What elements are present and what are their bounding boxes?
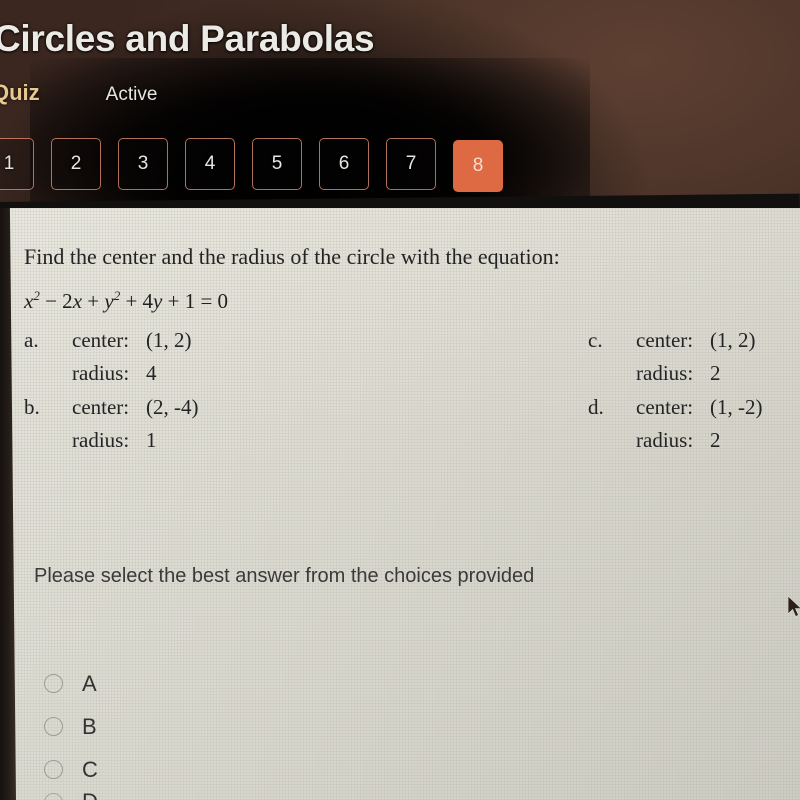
question-tab-8[interactable]: 8 [453,140,503,192]
answer-option-center-line: d. center: (1, -2) [588,395,762,420]
quiz-status-label: Active [105,84,158,105]
answer-choice-radio-group[interactable]: ABCD [44,662,98,800]
answer-choice-label: D [82,791,98,800]
radius-value: 1 [146,428,157,452]
center-label: center: [72,395,130,419]
question-tab-1[interactable]: 1 [0,138,34,190]
radio-button-icon[interactable] [44,792,63,800]
question-prompt-text: Find the center and the radius of the ci… [24,244,560,269]
radio-button-icon[interactable] [44,760,63,779]
quiz-screenshot: Circles and Parabolas Quiz Active 123456… [0,0,800,800]
radio-button-icon[interactable] [44,674,63,693]
answer-option-c: c. center: (1, 2) radius: 2 [588,328,762,386]
center-label: center: [636,395,694,419]
center-value: (1, -2) [710,395,763,419]
answer-choice-label: B [82,713,97,739]
answer-option-center-text: center: (1, 2) [72,328,192,353]
answer-option-radius-text: radius: 4 [72,361,198,386]
radio-button-icon[interactable] [44,717,63,736]
quiz-meta-row: Quiz Active [0,80,157,106]
answer-option-letter: c. [588,328,603,352]
radius-label: radius: [72,361,130,385]
answer-option-center-text: center: (2, -4) [72,395,198,420]
center-label: center: [72,328,130,352]
question-tab-5[interactable]: 5 [252,138,302,190]
answer-option-radius-text: radius: 2 [636,428,762,453]
radius-label: radius: [72,428,130,452]
answer-choice-a[interactable]: A [44,662,98,705]
answer-option-letter: b. [24,395,40,419]
answer-option-center-text: center: (1, -2) [636,395,762,420]
radius-value: 4 [146,361,157,385]
answer-choice-b[interactable]: B [44,705,98,748]
question-tab-2[interactable]: 2 [51,138,101,190]
radius-value: 2 [710,361,721,385]
answer-option-radius-text: radius: 2 [636,361,762,386]
center-value: (1, 2) [146,328,192,352]
answer-choice-d[interactable]: D [44,791,98,800]
question-number-nav[interactable]: 12345678 [0,138,503,192]
center-value: (2, -4) [146,395,199,419]
answer-option-b: b. center: (2, -4) radius: 1 [24,395,198,453]
question-tab-4[interactable]: 4 [185,138,235,190]
question-tab-3[interactable]: 3 [118,138,168,190]
question-equation: x2 − 2x + y2 + 4y + 1 = 0 [24,288,229,313]
question-tab-7[interactable]: 7 [386,138,436,190]
answer-choice-c[interactable]: C [44,748,98,791]
select-answer-instruction: Please select the best answer from the c… [34,565,535,587]
answer-choice-label: A [82,670,97,696]
answer-option-letter: a. [24,328,39,352]
answer-option-center-line: b. center: (2, -4) [24,395,198,420]
answer-option-a: a. center: (1, 2) radius: 4 [24,328,198,386]
center-label: center: [636,328,694,352]
answer-option-radius-text: radius: 1 [72,428,198,453]
answer-choice-label: C [82,756,98,782]
radius-label: radius: [636,361,694,385]
answer-option-center-line: a. center: (1, 2) [24,328,198,353]
page-title: Circles and Parabolas [0,18,375,59]
answer-option-center-text: center: (1, 2) [636,328,756,353]
radius-value: 2 [710,428,721,452]
quiz-type-label: Quiz [0,80,40,105]
quiz-header: Circles and Parabolas Quiz Active 123456… [0,0,800,216]
answer-options-left-column: a. center: (1, 2) radius: 4 b. center: (2, -4) r… [24,328,198,462]
center-value: (1, 2) [710,328,756,352]
answer-option-center-line: c. center: (1, 2) [588,328,762,353]
radius-label: radius: [636,428,694,452]
answer-option-letter: d. [588,395,604,419]
answer-options-right-column: c. center: (1, 2) radius: 2 d. center: (1, -2) r… [588,328,762,462]
answer-option-d: d. center: (1, -2) radius: 2 [588,395,762,453]
question-tab-6[interactable]: 6 [319,138,369,190]
